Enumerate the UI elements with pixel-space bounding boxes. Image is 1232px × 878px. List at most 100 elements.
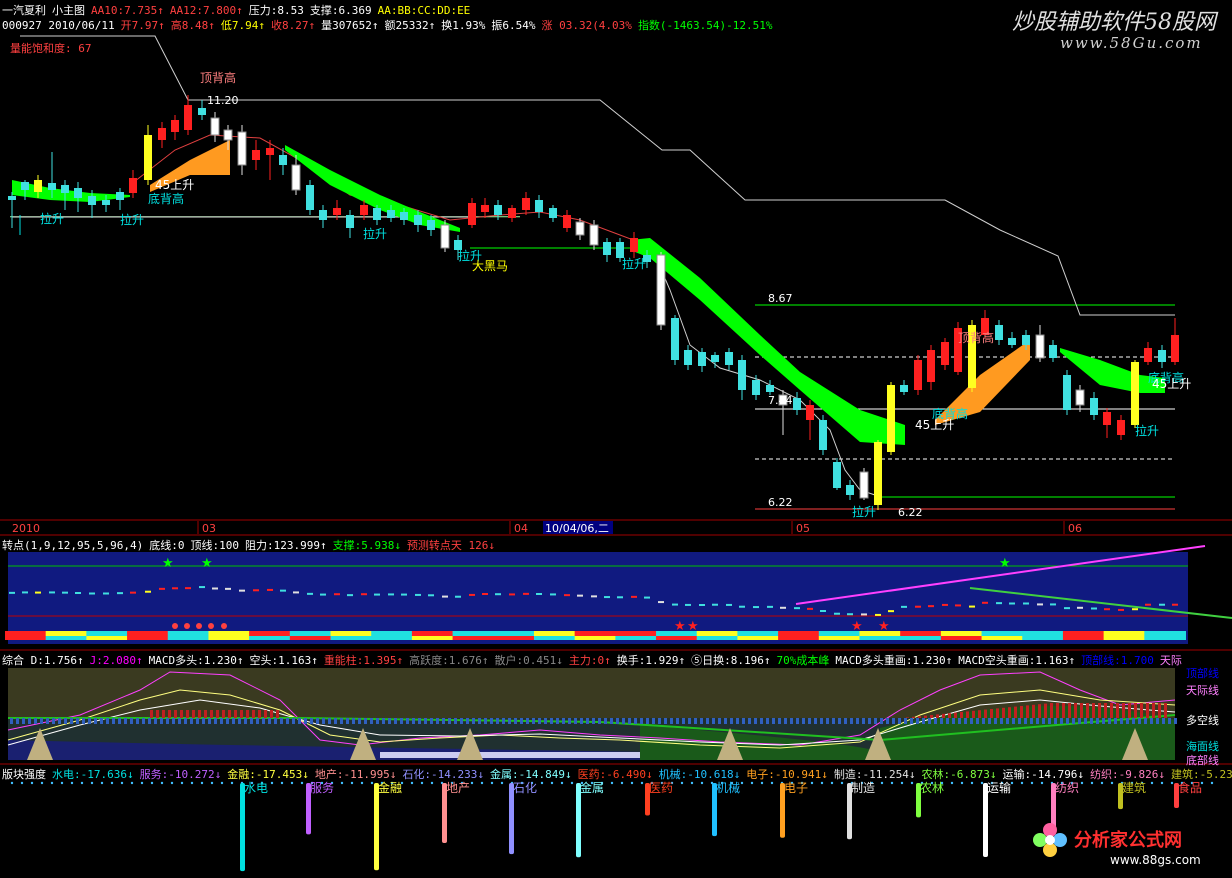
annotation-5: 拉升 (363, 226, 387, 241)
flower-logo-icon (1030, 820, 1070, 860)
p2h-item-0: 转点(1,9,12,95,5,96,4) (2, 539, 144, 552)
candle-68 (927, 345, 935, 390)
composite-white-area (380, 752, 640, 758)
candle-80 (1090, 392, 1098, 420)
annotations: 顶背高底背高45上升拉升 拉升拉升拉升大黑马 拉升顶背高底背高45上升底背高45上升… (40, 70, 1191, 519)
candle-74 (1008, 332, 1016, 348)
p3h-item-1: J:2.080↑ (89, 653, 143, 667)
p3h-item-6: 散户:0.451↓ (494, 654, 563, 667)
p4h-item-13: 纺织:-9.826↓ (1090, 768, 1166, 781)
sector-bar-医药: 医药 (645, 781, 673, 816)
candle-73 (995, 320, 1003, 345)
candle-54 (738, 355, 746, 400)
p3h-item-10: 70%成本峰 (776, 654, 830, 667)
price-label-high: 11.20 (207, 94, 239, 107)
candle-17 (237, 125, 247, 175)
candle-32 (440, 220, 450, 252)
panel3-header: 综合 D:1.756↑ J:2.080↑ MACD多头:1.230↑ 空头:1.163… (2, 652, 1188, 668)
annotation-8: 拉升 (622, 256, 646, 271)
p3h-item-14: 天际 (1159, 654, 1182, 667)
sector-label-9: 制造 (851, 781, 875, 795)
price-label-mid: 7.44 (768, 394, 793, 407)
sector-label-0: 水电 (244, 781, 268, 795)
candle-56 (766, 380, 774, 395)
p2h-item-3: 阻力:123.999↑ (244, 539, 327, 552)
candle-76 (1035, 325, 1045, 362)
candle-49 (671, 315, 679, 365)
candle-48 (656, 252, 666, 330)
candle-22 (306, 180, 314, 215)
sector-label-10: 农林 (920, 781, 944, 795)
p4h-item-9: 电子:-10.941↓ (746, 768, 828, 781)
annotation-15: 拉升 (852, 504, 876, 519)
p3h-item-5: 高跃度:1.676↑ (409, 654, 489, 667)
candle-12 (171, 115, 179, 140)
price-label-resistance: 8.67 (768, 292, 793, 305)
date-label-1: 03 (202, 522, 216, 535)
candle-62 (846, 480, 854, 500)
candle-64 (874, 440, 882, 510)
panel2-header: 转点(1,9,12,95,5,96,4) 底线:0 顶线:100 阻力:123.999… (2, 537, 501, 553)
sector-bar-地产: 地产 (442, 781, 470, 843)
candle-38 (522, 192, 530, 215)
annotation-9: 顶背高 (958, 330, 994, 345)
candle-39 (535, 195, 543, 218)
sector-label-5: 金属 (580, 780, 604, 795)
sector-label-12: 纺织 (1055, 781, 1079, 795)
annotation-11: 45上升 (915, 418, 954, 432)
p4h-item-4: 地产:-11.995↓ (314, 768, 397, 781)
panel3-label-2: 多空线 (1186, 714, 1219, 727)
upper-envelope-line (20, 35, 1175, 316)
p4h-item-6: 金属:-14.849↓ (490, 768, 572, 781)
p3h-item-3: 空头:1.163↑ (249, 654, 318, 667)
sector-bar-金属: 金属 (576, 780, 604, 858)
green-trend-band-3 (12, 180, 130, 202)
candle-0 (8, 192, 16, 228)
date-axis: 2010 03 04 10/04/06,二 05 06 (12, 521, 1082, 535)
candle-85 (1158, 345, 1166, 368)
p4h-item-2: 服务:-10.272↓ (139, 768, 222, 781)
sector-label-8: 电子 (784, 781, 808, 795)
p4h-item-10: 制造:-11.254↓ (833, 768, 916, 781)
sector-bar-服务: 服务 (306, 780, 334, 835)
star-green-1: ★ (201, 556, 213, 571)
candle-21 (291, 155, 301, 195)
sector-bar-电子: 电子 (780, 781, 808, 838)
panel3-label-4: 底部线 (1186, 754, 1219, 767)
p3h-item-7: 主力:0↑ (568, 654, 611, 667)
candle-10 (144, 125, 152, 185)
p2h-item-1: 底线:0 (149, 539, 185, 552)
candle-67 (914, 355, 922, 395)
candle-35 (481, 198, 489, 218)
sector-label-4: 石化 (513, 781, 537, 795)
sector-label-14: 食品 (1178, 780, 1202, 795)
candle-78 (1063, 370, 1071, 415)
date-label-5: 06 (1068, 522, 1082, 535)
p3h-item-11: MACD多头重画:1.230↑ (835, 654, 953, 667)
candle-46 (630, 232, 638, 258)
p2h-item-4: 支撑:5.938↓ (332, 539, 401, 552)
candle-41 (563, 210, 571, 232)
candle-5 (74, 182, 82, 212)
star-red-0: ★ (674, 619, 686, 634)
p4h-item-8: 机械:-10.618↓ (658, 768, 741, 781)
annotation-0: 顶背高 (200, 70, 236, 85)
p2h-item-2: 顶线:100 (190, 539, 239, 552)
candle-19 (266, 140, 274, 180)
candle-66 (900, 380, 908, 395)
sector-bar-建筑: 建筑 (1118, 780, 1146, 810)
annotation-14: 拉升 (1135, 423, 1159, 438)
candle-13 (184, 95, 192, 135)
candle-27 (373, 205, 381, 225)
candle-15 (210, 112, 220, 142)
sector-label-2: 金融 (378, 780, 402, 795)
candle-23 (319, 205, 327, 228)
sector-label-3: 地产 (446, 781, 470, 795)
bottom-watermark-title: 分析家公式网 (1074, 830, 1182, 851)
candle-81 (1103, 408, 1111, 438)
candle-79 (1075, 385, 1085, 412)
candle-25 (346, 210, 354, 238)
candle-65 (887, 382, 895, 455)
candle-8 (116, 188, 124, 210)
sector-bar-水电: 水电 (240, 781, 268, 872)
